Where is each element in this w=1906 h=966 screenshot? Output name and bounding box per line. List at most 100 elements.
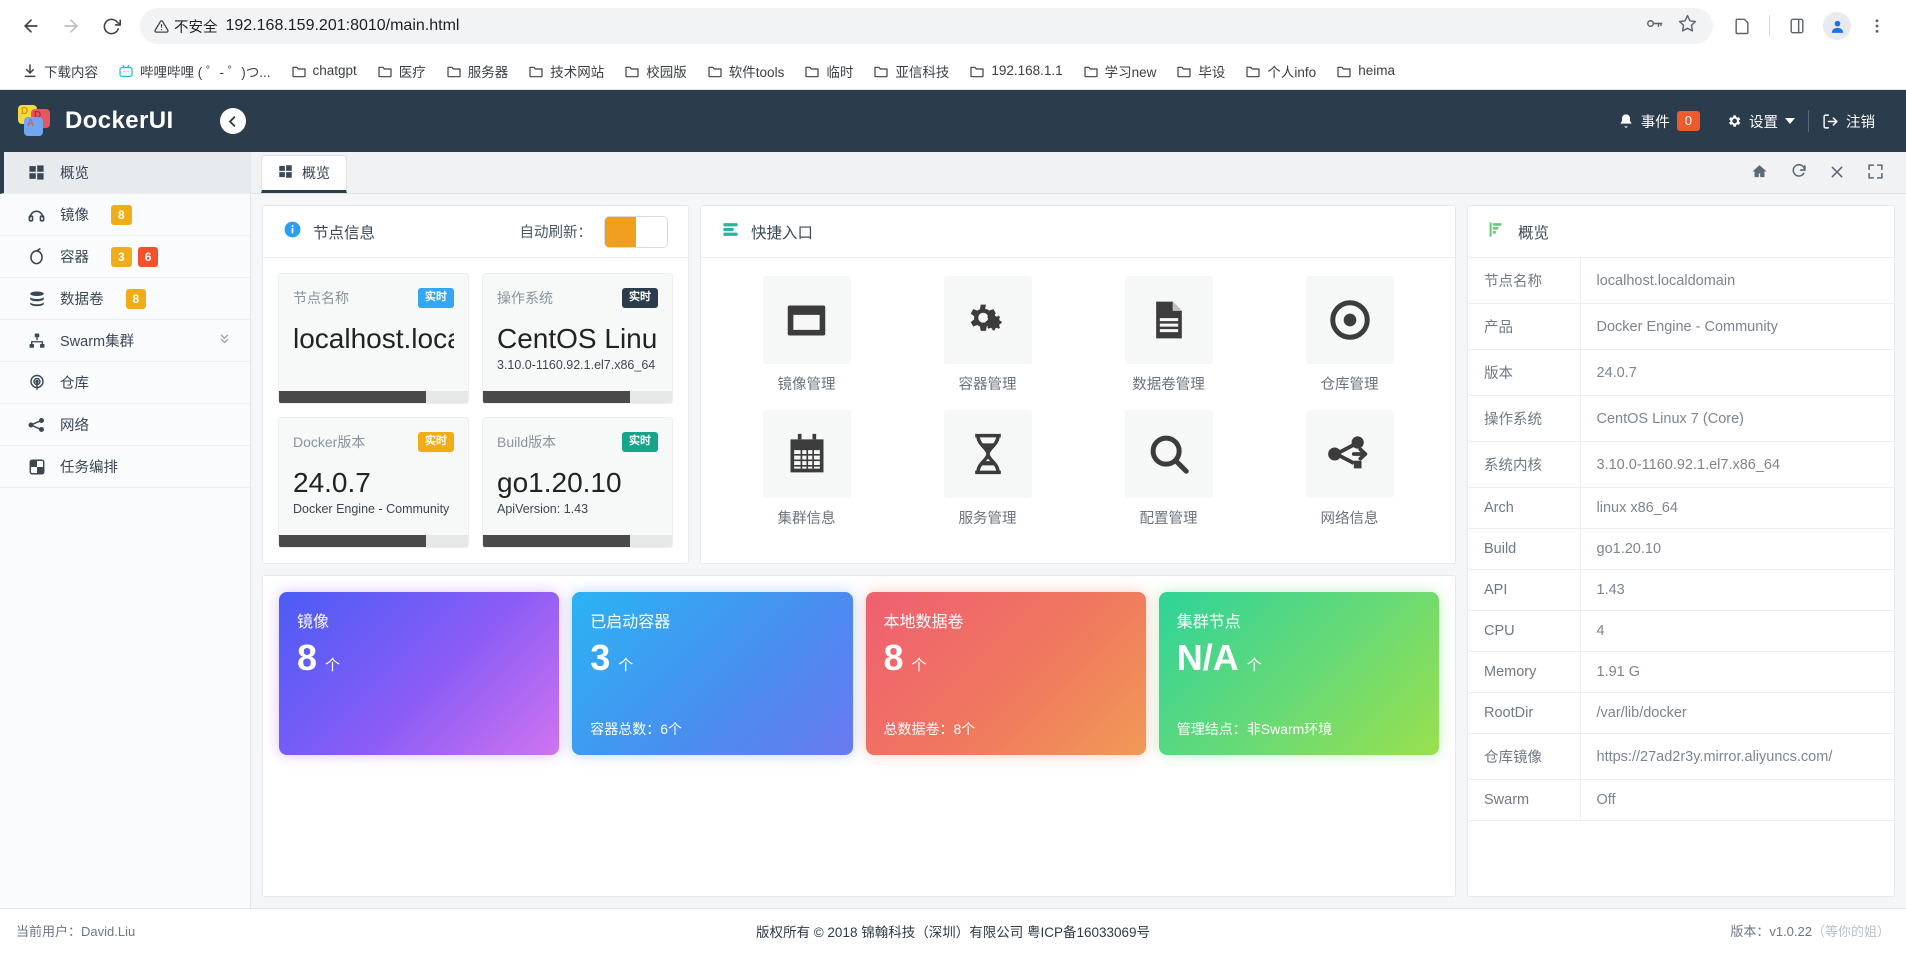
reload-icon[interactable] <box>92 7 130 45</box>
node-info-cards: 节点名称 实时 localhost.loca 操作系统 实时 CentOS Li… <box>263 258 688 563</box>
stat-tile-cluster-nodes[interactable]: 集群节点 N/A 个 管理结点：非Swarm环境 <box>1158 592 1439 755</box>
card-value: CentOS Linux <box>497 323 658 354</box>
quick-tile-service-mgmt[interactable]: 服务管理 <box>902 410 1073 528</box>
search-icon <box>1124 410 1213 498</box>
home-icon[interactable] <box>1751 163 1768 185</box>
sidebar-item-registry[interactable]: 仓库 <box>0 362 250 404</box>
password-key-icon[interactable] <box>1645 14 1664 38</box>
sidepanel-icon[interactable] <box>1780 9 1814 43</box>
bookmark-item[interactable]: 192.168.1.1 <box>961 59 1070 83</box>
quick-tile-label: 集群信息 <box>777 511 836 527</box>
bookmark-item[interactable]: 个人info <box>1237 57 1324 85</box>
address-bar[interactable]: 不安全 192.168.159.201:8010/main.html <box>140 8 1713 44</box>
bookmark-item[interactable]: heima <box>1328 59 1403 83</box>
close-icon[interactable] <box>1829 164 1845 185</box>
url-text[interactable]: 192.168.159.201:8010/main.html <box>226 17 1638 35</box>
node-info-header: 节点信息 自动刷新： <box>263 206 688 258</box>
bookmark-label: 学习new <box>1104 64 1157 80</box>
server-list-icon <box>721 220 740 244</box>
quick-tile-image-mgmt[interactable]: 镜像管理 <box>721 276 892 394</box>
bookmark-item[interactable]: 医疗 <box>369 57 434 85</box>
stat-tile-images[interactable]: 镜像 8 个 <box>279 592 560 755</box>
sidebar-item-tasks[interactable]: 任务编排 <box>0 446 250 488</box>
bookmark-label: 技术网站 <box>550 64 605 80</box>
bookmark-item[interactable]: 校园版 <box>616 57 695 85</box>
current-user-label: 当前用户：David.Liu <box>16 924 136 939</box>
row-value: 4 <box>1596 623 1605 639</box>
sidebar-item-network[interactable]: 网络 <box>0 404 250 446</box>
stat-tile-running-containers[interactable]: 已启动容器 3 个 容器总数：6个 <box>572 592 853 755</box>
bookmark-star-icon[interactable] <box>1678 14 1697 38</box>
row-key: Swarm <box>1468 779 1581 821</box>
logout-button[interactable]: 注销 <box>1809 90 1888 152</box>
sidebar-item-volumes[interactable]: 数据卷 8 <box>0 278 250 320</box>
chevron-left-circle-icon[interactable] <box>219 108 246 134</box>
bookmark-item[interactable]: 学习new <box>1075 57 1165 85</box>
refresh-icon[interactable] <box>1790 163 1807 185</box>
bookmark-item[interactable]: chatgpt <box>283 59 365 83</box>
row-key: 系统内核 <box>1468 441 1581 488</box>
stat-value: N/A <box>1176 637 1239 678</box>
overview-table-scroll[interactable]: 节点名称 localhost.localdomain 产品 Docker Eng… <box>1468 258 1894 896</box>
quick-entry-panel: 快捷入口 镜像管理 容器管理 数据卷管理 仓库管理 集群信息 服务管理 配置管理… <box>700 205 1456 564</box>
bookmark-item[interactable]: 毕设 <box>1168 57 1233 85</box>
toolbar-divider <box>1769 15 1770 37</box>
table-row: Swarm Off <box>1468 779 1894 821</box>
brand-logo[interactable]: D D A DockerUI <box>18 105 174 137</box>
browser-menu-icon[interactable] <box>1860 9 1894 43</box>
sidebar-badge: 3 <box>111 246 132 267</box>
bookmark-label: 毕设 <box>1198 64 1226 80</box>
tab-bar: 概览 <box>251 152 1906 194</box>
table-row: 节点名称 localhost.localdomain <box>1468 258 1894 304</box>
table-row: API 1.43 <box>1468 569 1894 611</box>
stat-tile-local-volumes[interactable]: 本地数据卷 8 个 总数据卷：8个 <box>865 592 1146 755</box>
bookmark-item[interactable]: 临时 <box>796 57 861 85</box>
bookmark-item[interactable]: 亚信科技 <box>865 57 957 85</box>
security-indicator[interactable]: 不安全 <box>154 16 218 37</box>
auto-refresh-toggle[interactable] <box>604 215 668 248</box>
info-card: 节点名称 实时 localhost.loca <box>278 273 469 404</box>
bookmark-label: 校园版 <box>646 64 687 80</box>
bookmark-item[interactable]: 技术网站 <box>520 57 612 85</box>
forward-arrow-icon[interactable] <box>52 7 90 45</box>
sidebar-item-swarm[interactable]: Swarm集群 <box>0 320 250 362</box>
sidebar-item-overview[interactable]: 概览 <box>0 152 250 194</box>
row-value: linux x86_64 <box>1596 500 1678 516</box>
left-column: 节点信息 自动刷新： 节点名称 实时 localhost.loca 操作系统 实… <box>262 205 1456 897</box>
bookmark-item[interactable]: 哔哩哔哩 ( ゜- ゜)つ... <box>110 57 279 85</box>
tab-label: 概览 <box>302 165 330 181</box>
quick-tile-label: 容器管理 <box>958 377 1017 393</box>
tab-overview[interactable]: 概览 <box>261 155 347 193</box>
brand-title: DockerUI <box>65 107 174 134</box>
sidebar-item-label: 网络 <box>60 418 89 434</box>
bookmark-item[interactable]: 服务器 <box>438 57 517 85</box>
events-button[interactable]: 事件 0 <box>1605 90 1713 152</box>
row-key: Build <box>1468 528 1581 570</box>
bookmark-item[interactable]: 软件tools <box>699 57 793 85</box>
card-value: localhost.loca <box>293 323 454 354</box>
stat-unit: 个 <box>325 657 341 674</box>
chevron-double-down-icon[interactable] <box>217 332 232 350</box>
bookmark-item[interactable]: 下载内容 <box>14 57 106 85</box>
quick-tile-container-mgmt[interactable]: 容器管理 <box>902 276 1073 394</box>
quick-tile-config-mgmt[interactable]: 配置管理 <box>1083 410 1254 528</box>
settings-button[interactable]: 设置 <box>1713 90 1808 152</box>
quick-entry-title: 快捷入口 <box>751 224 814 242</box>
sidebar-item-containers[interactable]: 容器 3 6 <box>0 236 250 278</box>
quick-tile-registry-mgmt[interactable]: 仓库管理 <box>1264 276 1435 394</box>
profile-avatar[interactable] <box>1820 9 1854 43</box>
windows-grid-icon <box>278 164 293 182</box>
fullscreen-icon[interactable] <box>1867 163 1884 185</box>
quick-tile-volume-mgmt[interactable]: 数据卷管理 <box>1083 276 1254 394</box>
security-label: 不安全 <box>174 19 218 36</box>
sidebar-item-label: 任务编排 <box>60 460 118 476</box>
stats-grid: 镜像 8 个 已启动容器 3 个 容器总数：6个 本地数据卷 8 个 总数据卷：… <box>263 576 1455 771</box>
sidebar-item-images[interactable]: 镜像 8 <box>0 194 250 236</box>
extensions-icon[interactable] <box>1725 9 1759 43</box>
quick-tile-cluster-info[interactable]: 集群信息 <box>721 410 892 528</box>
back-arrow-icon[interactable] <box>12 7 50 45</box>
app-footer: 当前用户：David.Liu 版权所有 © 2018 锦翰科技（深圳）有限公司 … <box>0 908 1906 952</box>
quick-tile-network-info[interactable]: 网络信息 <box>1264 410 1435 528</box>
folder-icon <box>529 66 543 77</box>
card-progress-bar <box>483 535 672 547</box>
